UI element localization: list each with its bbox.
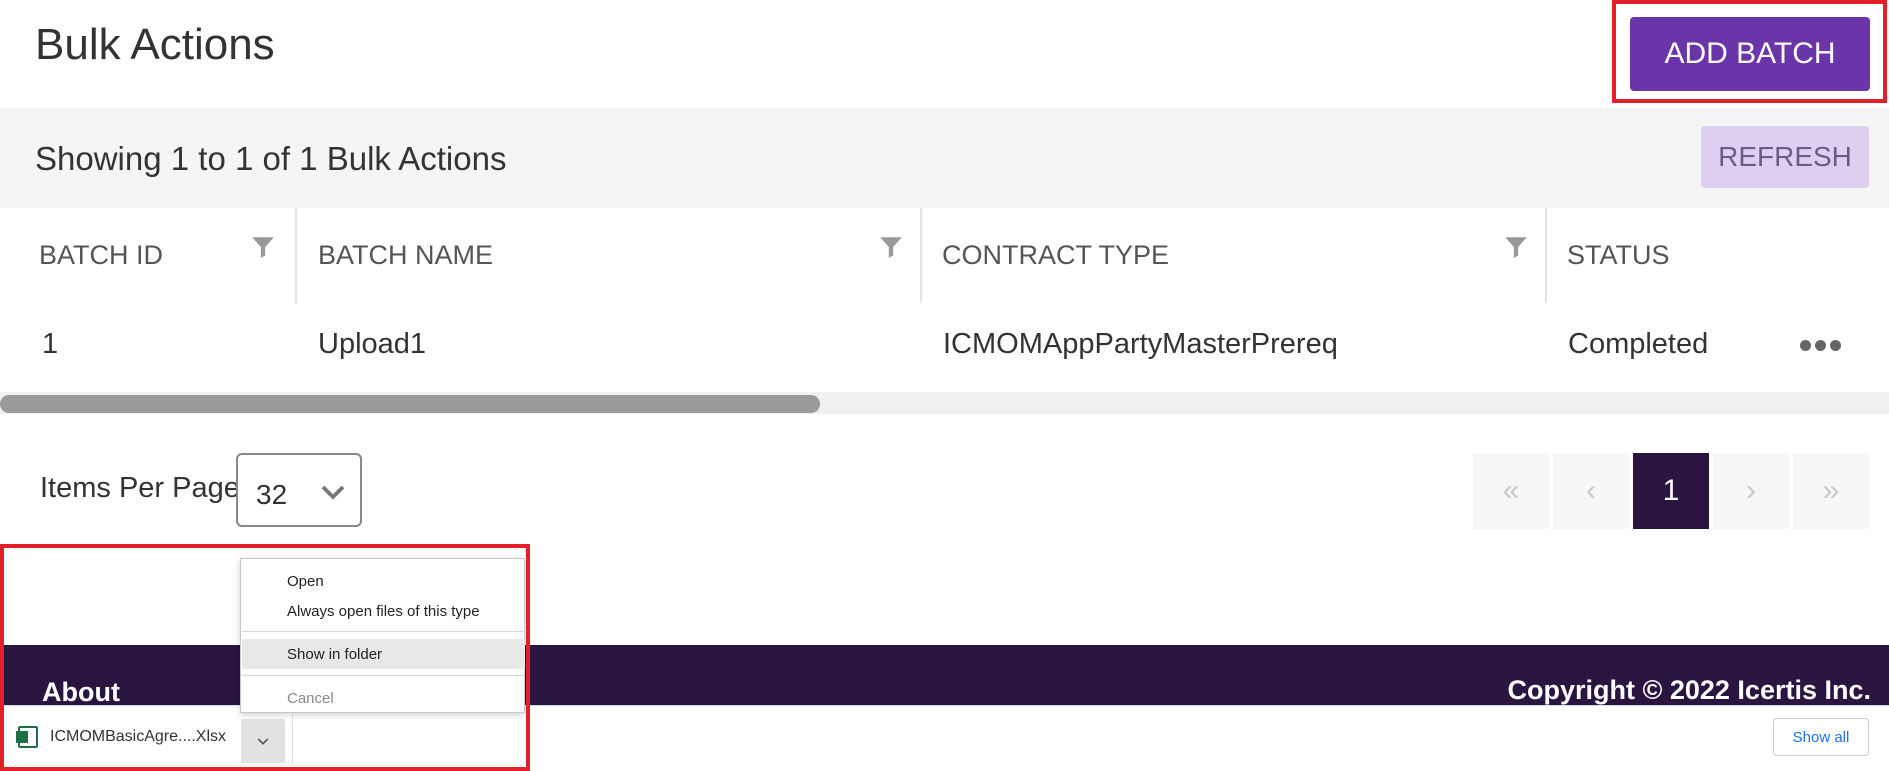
bulk-actions-page: Bulk Actions ADD BATCH Showing 1 to 1 of… xyxy=(0,0,1889,771)
cell-status: Completed xyxy=(1568,328,1709,360)
column-header-batch-id[interactable]: BATCH ID xyxy=(39,208,279,303)
column-header-batch-name[interactable]: BATCH NAME xyxy=(318,208,878,303)
last-page-button[interactable]: » xyxy=(1793,453,1869,529)
next-page-button[interactable]: › xyxy=(1713,453,1789,529)
previous-page-button[interactable]: ‹ xyxy=(1553,453,1629,529)
column-header-status[interactable]: STATUS xyxy=(1567,208,1867,303)
first-page-button[interactable]: « xyxy=(1473,453,1549,529)
refresh-button[interactable]: REFRESH xyxy=(1701,126,1869,188)
cell-batch-id: 1 xyxy=(42,328,59,360)
cell-contract-type: ICMOMAppPartyMasterPrereq xyxy=(943,328,1338,360)
items-per-page-select[interactable]: 32 xyxy=(236,453,362,527)
more-actions-icon[interactable] xyxy=(1800,340,1841,351)
page-number-current[interactable]: 1 xyxy=(1633,453,1709,529)
page-header: Bulk Actions ADD BATCH xyxy=(0,0,1889,108)
page-title: Bulk Actions xyxy=(35,20,275,69)
show-all-downloads-button[interactable]: Show all xyxy=(1773,718,1869,756)
column-divider[interactable] xyxy=(295,208,297,303)
scrollbar-thumb[interactable] xyxy=(0,395,820,413)
filter-icon[interactable] xyxy=(1503,234,1529,260)
cell-batch-name: Upload1 xyxy=(318,328,427,360)
items-per-page-value: 32 xyxy=(256,479,288,510)
column-divider[interactable] xyxy=(1545,208,1547,303)
filter-icon[interactable] xyxy=(878,234,904,260)
items-per-page-label: Items Per Page xyxy=(40,472,240,504)
horizontal-scrollbar[interactable] xyxy=(0,392,1889,414)
bulk-actions-table: BATCH ID BATCH NAME CONTRACT TYPE STATUS… xyxy=(0,208,1889,393)
column-header-contract-type[interactable]: CONTRACT TYPE xyxy=(942,208,1502,303)
chevron-down-icon xyxy=(321,485,345,500)
column-divider[interactable] xyxy=(920,208,922,303)
summary-bar: Showing 1 to 1 of 1 Bulk Actions REFRESH xyxy=(0,108,1889,208)
filter-icon[interactable] xyxy=(250,234,276,260)
highlight-box-add-batch xyxy=(1612,0,1887,103)
footer-copyright: Copyright © 2022 Icertis Inc. xyxy=(1507,675,1871,705)
results-summary: Showing 1 to 1 of 1 Bulk Actions xyxy=(35,140,507,177)
highlight-box-download-menu xyxy=(0,544,530,771)
